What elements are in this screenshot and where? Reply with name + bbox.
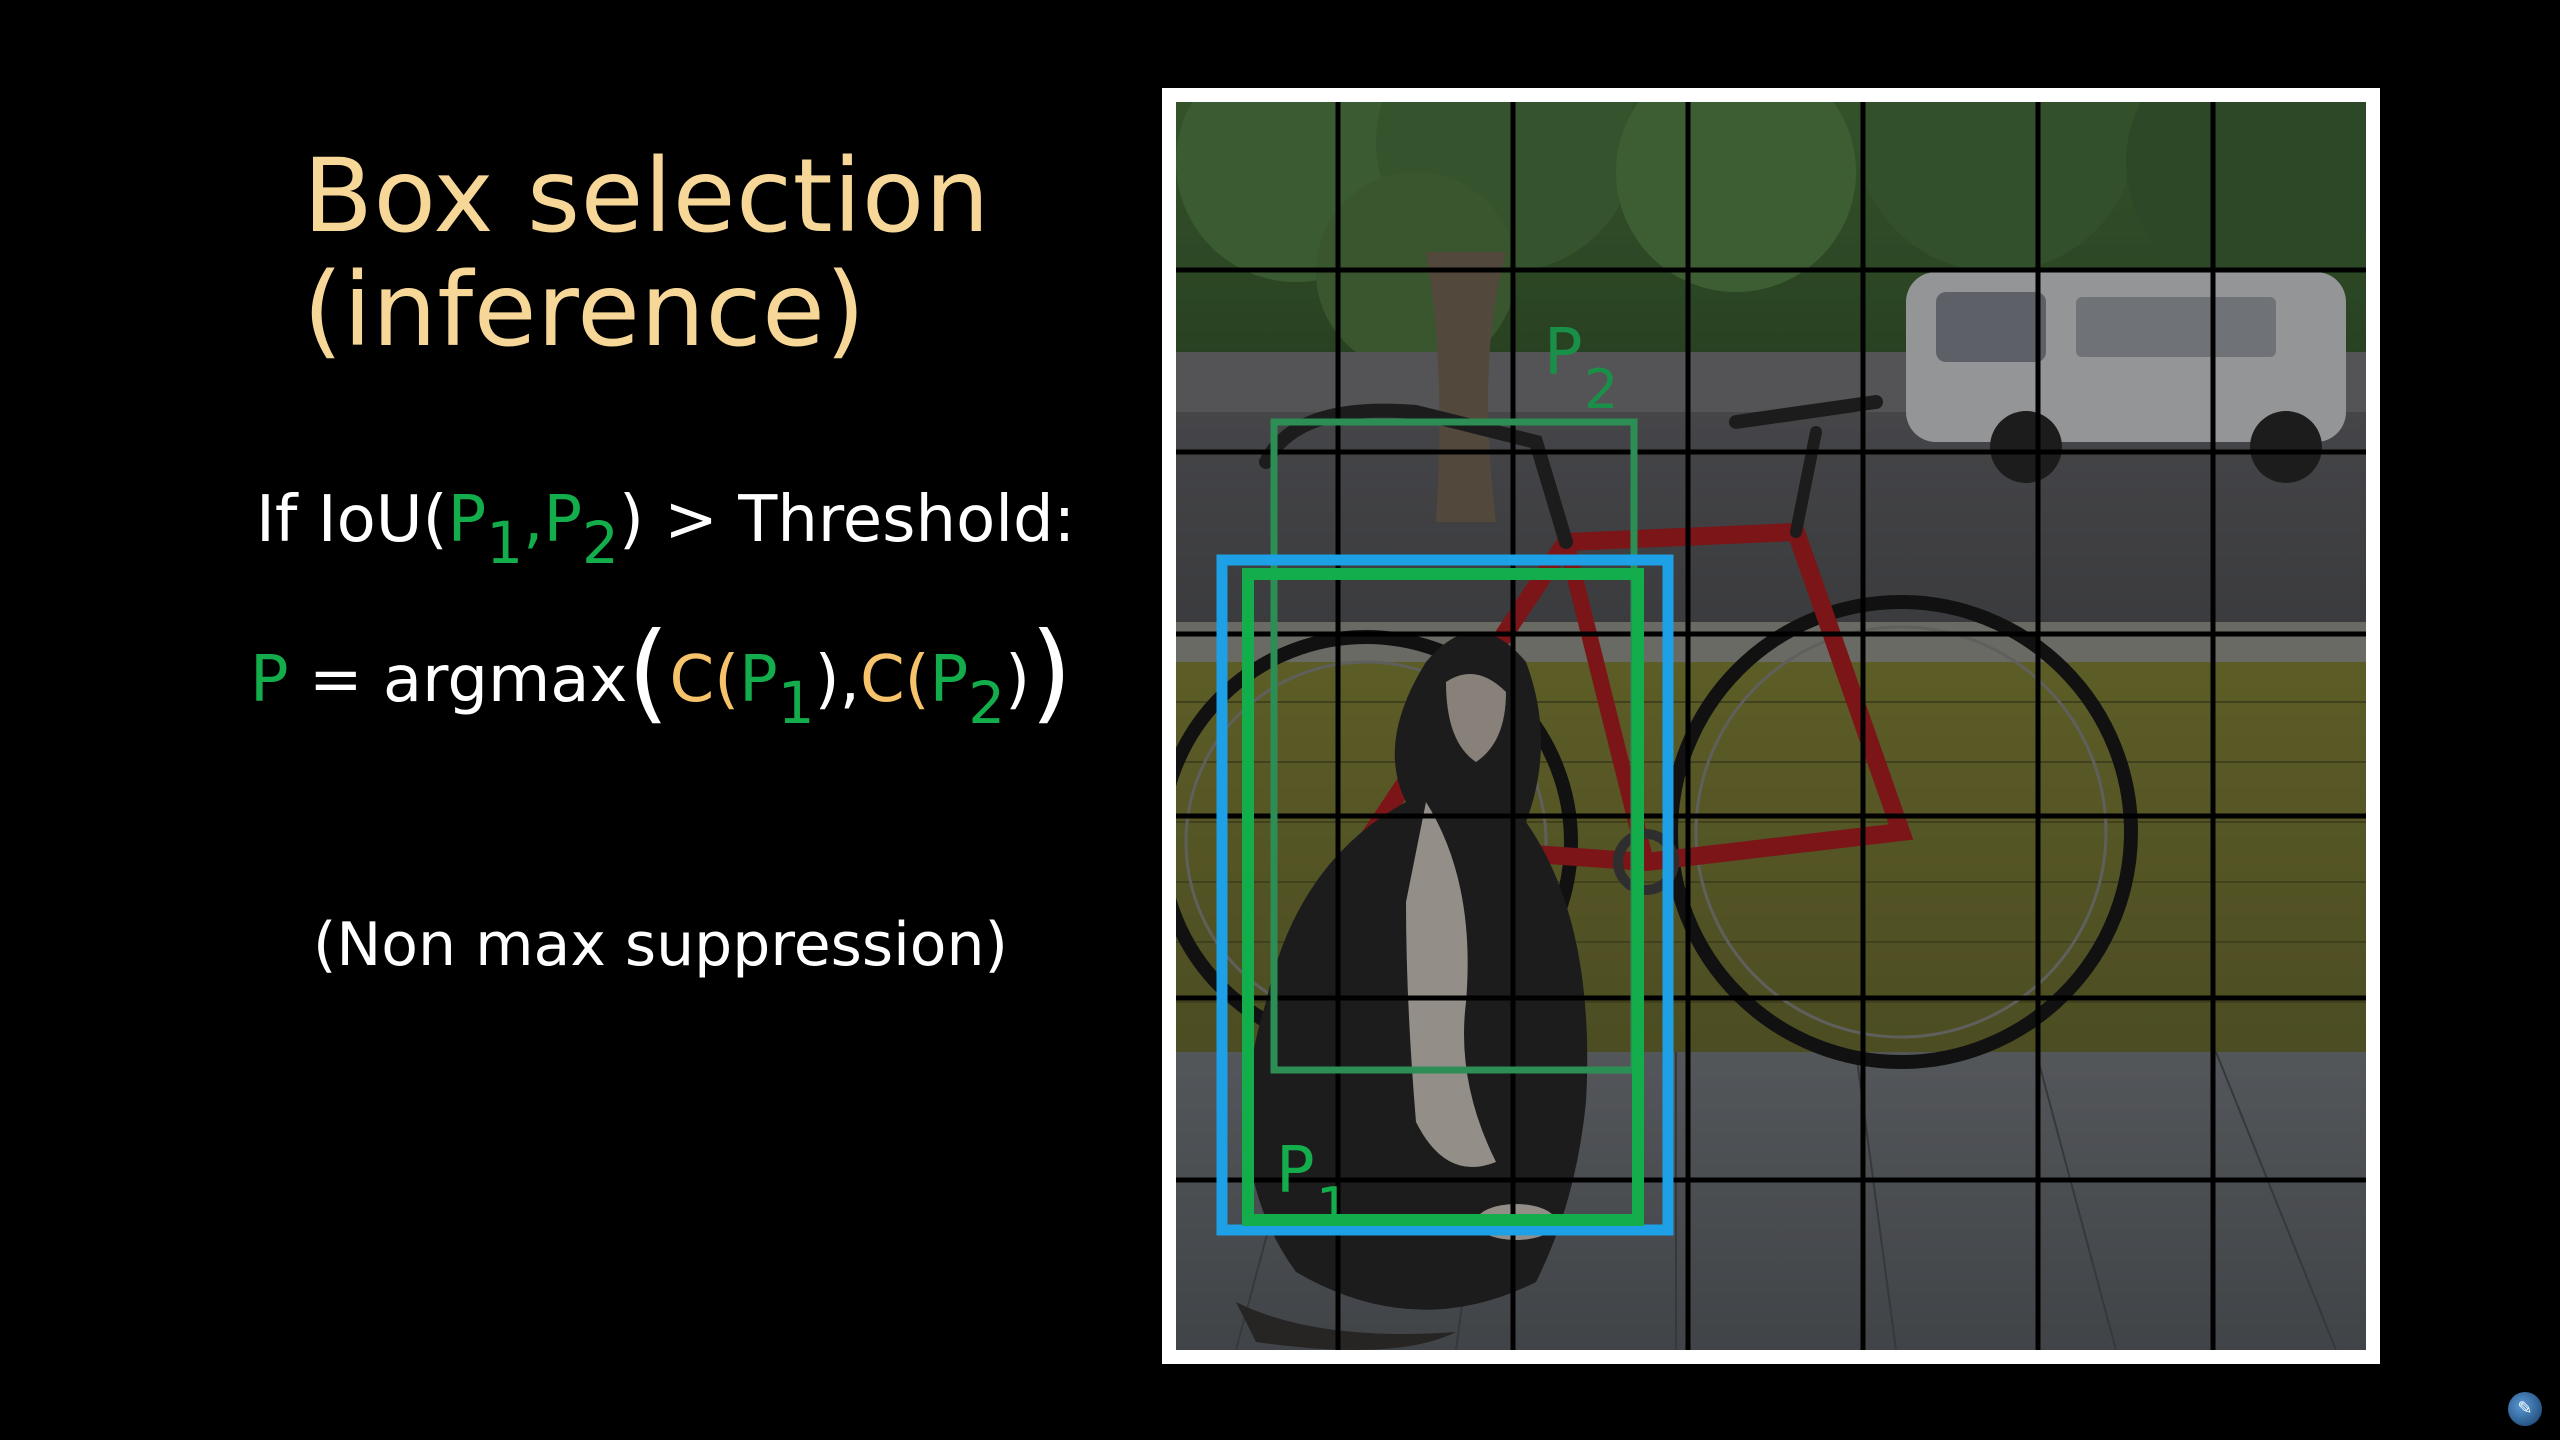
photo-illustration: P 2 P 1 — [1176, 102, 2366, 1350]
dim-overlay — [1176, 102, 2366, 1350]
formula-comma: , — [839, 643, 860, 717]
iou-p2-sub: 2 — [582, 509, 619, 577]
label-p2-sub: 2 — [1584, 358, 1618, 421]
formula-c2-p: P — [929, 643, 969, 717]
label-p2: P — [1544, 316, 1583, 390]
formula-c1-close: ) — [814, 643, 840, 717]
nms-note: (Non max suppression) — [313, 910, 1008, 980]
slide-title: Box selection (inference) — [303, 140, 990, 368]
formula-c2: C( — [859, 643, 930, 717]
iou-prefix: If IoU( — [256, 483, 448, 557]
slide-title-line2: (inference) — [303, 251, 866, 370]
formula-p: P — [250, 643, 289, 717]
formula-c1: C( — [669, 643, 740, 717]
iou-p1: P — [447, 483, 487, 557]
label-p1-sub: 1 — [1316, 1176, 1350, 1239]
formula-c1-p: P — [739, 643, 778, 717]
formula-equals-argmax: = argmax — [288, 643, 628, 717]
formula-c1-sub: 1 — [777, 669, 815, 737]
label-p1: P — [1276, 1134, 1315, 1208]
iou-suffix: ) > Threshold: — [618, 483, 1076, 557]
formula-open-paren: ( — [627, 610, 670, 735]
iou-comma: , — [523, 483, 544, 557]
detection-figure: P 2 P 1 — [1162, 88, 2380, 1364]
iou-condition: If IoU(P1,P2) > Threshold: — [256, 480, 1076, 577]
presenter-logo-icon: ✎ — [2508, 1392, 2542, 1426]
iou-p2: P — [543, 483, 583, 557]
argmax-formula: P = argmax(C(P1),C(P2)) — [250, 619, 1072, 738]
formula-c2-sub: 2 — [968, 669, 1006, 737]
iou-p1-sub: 1 — [486, 509, 524, 577]
dog-bicycle-photo: P 2 P 1 — [1176, 102, 2366, 1350]
formula-c2-close: ) — [1005, 643, 1031, 717]
slide-title-line1: Box selection — [303, 137, 990, 256]
formula-close-paren: ) — [1030, 610, 1073, 735]
